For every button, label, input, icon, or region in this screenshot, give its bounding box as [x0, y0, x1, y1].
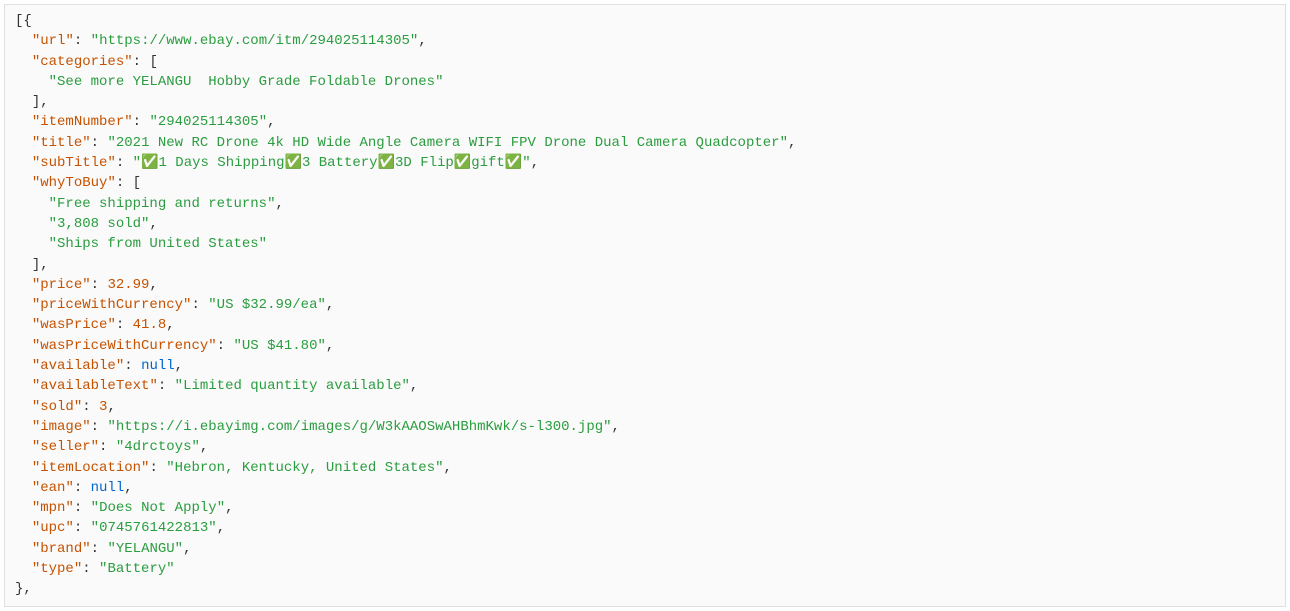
open-array-brace: [{ [15, 13, 32, 29]
val-wasPriceWithCurrency: "US $41.80" [233, 338, 325, 354]
key-url: "url" [32, 33, 74, 49]
key-price: "price" [32, 277, 91, 293]
key-ean: "ean" [32, 480, 74, 496]
val-categories-0: "See more YELANGU Hobby Grade Foldable D… [49, 74, 444, 90]
val-price: 32.99 [107, 277, 149, 293]
key-title: "title" [32, 135, 91, 151]
key-mpn: "mpn" [32, 500, 74, 516]
key-subTitle: "subTitle" [32, 155, 116, 171]
val-whyToBuy-0: "Free shipping and returns" [49, 196, 276, 212]
json-code-block: [{ "url": "https://www.ebay.com/itm/2940… [4, 4, 1286, 607]
val-brand: "YELANGU" [107, 541, 183, 557]
key-available: "available" [32, 358, 124, 374]
key-seller: "seller" [32, 439, 99, 455]
key-type: "type" [32, 561, 82, 577]
key-whyToBuy: "whyToBuy" [32, 175, 116, 191]
key-wasPriceWithCurrency: "wasPriceWithCurrency" [32, 338, 217, 354]
key-wasPrice: "wasPrice" [32, 317, 116, 333]
val-subTitle: "✅1 Days Shipping✅3 Battery✅3D Flip✅gift… [133, 155, 531, 171]
val-availableText: "Limited quantity available" [175, 378, 410, 394]
val-available: null [141, 358, 175, 374]
val-seller: "4drctoys" [116, 439, 200, 455]
val-itemNumber: "294025114305" [149, 114, 267, 130]
close-brace: }, [15, 581, 32, 597]
val-type: "Battery" [99, 561, 175, 577]
val-title: "2021 New RC Drone 4k HD Wide Angle Came… [107, 135, 788, 151]
val-wasPrice: 41.8 [133, 317, 167, 333]
key-availableText: "availableText" [32, 378, 158, 394]
key-brand: "brand" [32, 541, 91, 557]
val-url: "https://www.ebay.com/itm/294025114305" [91, 33, 419, 49]
val-whyToBuy-1: "3,808 sold" [49, 216, 150, 232]
key-itemLocation: "itemLocation" [32, 460, 150, 476]
val-ean: null [91, 480, 125, 496]
val-whyToBuy-2: "Ships from United States" [49, 236, 267, 252]
val-priceWithCurrency: "US $32.99/ea" [208, 297, 326, 313]
key-priceWithCurrency: "priceWithCurrency" [32, 297, 192, 313]
key-itemNumber: "itemNumber" [32, 114, 133, 130]
val-itemLocation: "Hebron, Kentucky, United States" [166, 460, 443, 476]
val-upc: "0745761422813" [91, 520, 217, 536]
key-upc: "upc" [32, 520, 74, 536]
key-sold: "sold" [32, 399, 82, 415]
key-categories: "categories" [32, 54, 133, 70]
val-image: "https://i.ebayimg.com/images/g/W3kAAOSw… [107, 419, 611, 435]
key-image: "image" [32, 419, 91, 435]
val-mpn: "Does Not Apply" [91, 500, 225, 516]
